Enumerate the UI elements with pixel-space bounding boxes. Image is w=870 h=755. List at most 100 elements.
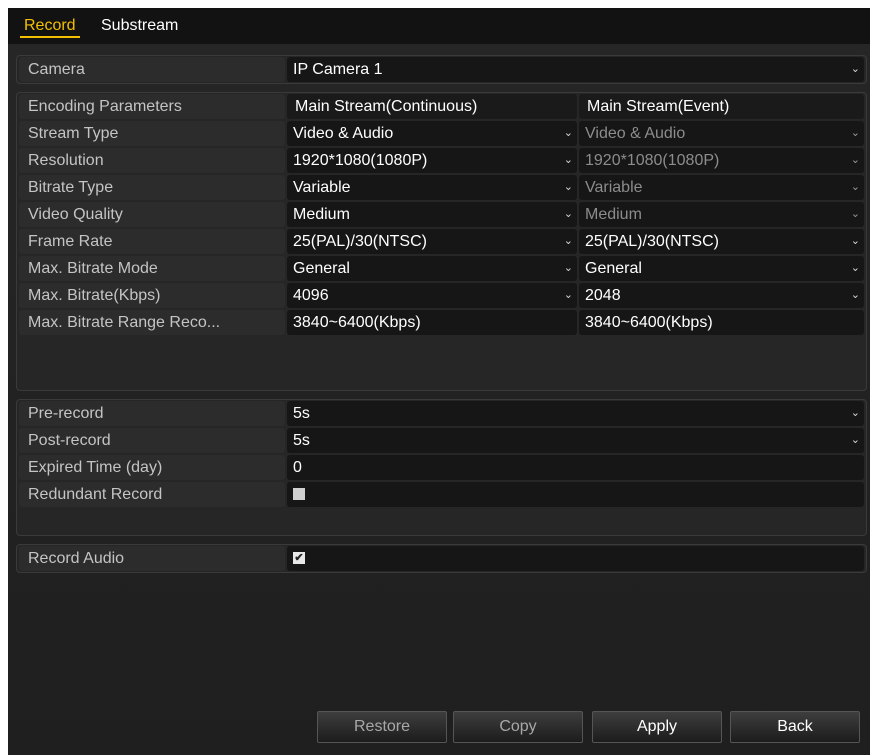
camera-row: Camera IP Camera 1 ⌄ xyxy=(17,56,866,83)
pre-record-row: Pre-record 5s ⌄ xyxy=(17,400,866,427)
continuous-value: General xyxy=(293,260,350,277)
event-value-select[interactable]: Variable ⌄ xyxy=(579,175,864,200)
post-record-row: Post-record 5s ⌄ xyxy=(17,427,866,454)
redundant-record-row: Redundant Record xyxy=(17,481,866,508)
expired-time-row: Expired Time (day) 0 xyxy=(17,454,866,481)
record-settings-window: Record Substream Camera IP Camera 1 ⌄ En… xyxy=(8,8,870,755)
pre-record-value: 5s xyxy=(293,405,310,422)
event-value-select[interactable]: 25(PAL)/30(NTSC) ⌄ xyxy=(579,229,864,254)
record-time-panel: Pre-record 5s ⌄ Post-record 5s ⌄ Expired… xyxy=(16,399,867,536)
chevron-down-icon: ⌄ xyxy=(563,154,573,166)
event-value-select[interactable]: 2048 ⌄ xyxy=(579,283,864,308)
chevron-down-icon: ⌄ xyxy=(850,63,860,75)
continuous-value: 1920*1080(1080P) xyxy=(293,152,428,169)
encoding-row-label: Video Quality xyxy=(19,202,285,227)
tab-substream[interactable]: Substream xyxy=(97,16,182,36)
main-stream-continuous-header: Main Stream(Continuous) xyxy=(287,94,577,119)
continuous-value-select[interactable]: 1920*1080(1080P) ⌄ xyxy=(287,148,577,173)
chevron-down-icon: ⌄ xyxy=(850,434,860,446)
encoding-row: Bitrate Type Variable ⌄ Variable ⌄ xyxy=(17,174,866,201)
continuous-value-select[interactable]: General ⌄ xyxy=(287,256,577,281)
event-value: Variable xyxy=(585,179,643,196)
camera-panel: Camera IP Camera 1 ⌄ xyxy=(16,55,867,84)
chevron-down-icon: ⌄ xyxy=(850,127,860,139)
tab-record[interactable]: Record xyxy=(20,16,80,38)
encoding-row: Stream Type Video & Audio ⌄ Video & Audio ⌄ xyxy=(17,120,866,147)
record-audio-label: Record Audio xyxy=(19,546,285,571)
continuous-value: Variable xyxy=(293,179,351,196)
event-value: 3840~6400(Kbps) xyxy=(585,314,713,331)
redundant-record-cell xyxy=(287,482,864,507)
pre-record-label: Pre-record xyxy=(19,401,285,426)
encoding-row-label: Bitrate Type xyxy=(19,175,285,200)
continuous-value: 3840~6400(Kbps) xyxy=(293,314,421,331)
tab-bar: Record Substream xyxy=(8,8,870,44)
camera-label: Camera xyxy=(19,57,285,82)
continuous-value-select[interactable]: 25(PAL)/30(NTSC) ⌄ xyxy=(287,229,577,254)
camera-select[interactable]: IP Camera 1 ⌄ xyxy=(287,57,864,82)
expired-time-label: Expired Time (day) xyxy=(19,455,285,480)
encoding-row-label: Max. Bitrate Range Reco... xyxy=(19,310,285,335)
encoding-row-label: Stream Type xyxy=(19,121,285,146)
event-value: General xyxy=(585,260,642,277)
event-value: 1920*1080(1080P) xyxy=(585,152,720,169)
encoding-panel: Encoding Parameters Main Stream(Continuo… xyxy=(16,92,867,391)
continuous-value-select[interactable]: 4096 ⌄ xyxy=(287,283,577,308)
record-audio-checkbox[interactable]: ✔ xyxy=(293,552,305,564)
event-value: Medium xyxy=(585,206,642,223)
main-stream-event-header: Main Stream(Event) xyxy=(579,94,864,119)
event-value-select[interactable]: 1920*1080(1080P) ⌄ xyxy=(579,148,864,173)
chevron-down-icon: ⌄ xyxy=(563,289,573,301)
continuous-value-select[interactable]: Medium ⌄ xyxy=(287,202,577,227)
redundant-record-label: Redundant Record xyxy=(19,482,285,507)
continuous-value-select[interactable]: Variable ⌄ xyxy=(287,175,577,200)
expired-time-input[interactable]: 0 xyxy=(287,455,864,480)
camera-value: IP Camera 1 xyxy=(293,61,383,78)
continuous-value: Video & Audio xyxy=(293,125,394,142)
chevron-down-icon: ⌄ xyxy=(850,208,860,220)
event-value: 25(PAL)/30(NTSC) xyxy=(585,233,719,250)
event-value: Video & Audio xyxy=(585,125,686,142)
encoding-row-label: Frame Rate xyxy=(19,229,285,254)
event-value: 2048 xyxy=(585,287,621,304)
encoding-header-row: Encoding Parameters Main Stream(Continuo… xyxy=(17,93,866,120)
post-record-label: Post-record xyxy=(19,428,285,453)
back-button[interactable]: Back xyxy=(730,711,860,743)
encoding-row: Resolution 1920*1080(1080P) ⌄ 1920*1080(108… xyxy=(17,147,866,174)
pre-record-select[interactable]: 5s ⌄ xyxy=(287,401,864,426)
chevron-down-icon: ⌄ xyxy=(850,235,860,247)
audio-panel: Record Audio ✔ xyxy=(16,544,867,573)
encoding-row: Max. Bitrate Range Reco... 3840~6400(Kbps… xyxy=(17,309,866,336)
continuous-value: 4096 xyxy=(293,287,329,304)
encoding-row: Max. Bitrate Mode General ⌄ General ⌄ xyxy=(17,255,866,282)
encoding-row-label: Max. Bitrate Mode xyxy=(19,256,285,281)
chevron-down-icon: ⌄ xyxy=(563,127,573,139)
event-value-select[interactable]: Medium ⌄ xyxy=(579,202,864,227)
continuous-value: Medium xyxy=(293,206,350,223)
post-record-value: 5s xyxy=(293,432,310,449)
post-record-select[interactable]: 5s ⌄ xyxy=(287,428,864,453)
chevron-down-icon: ⌄ xyxy=(850,154,860,166)
copy-button[interactable]: Copy xyxy=(453,711,583,743)
apply-button[interactable]: Apply xyxy=(592,711,722,743)
record-audio-row: Record Audio ✔ xyxy=(17,545,866,572)
chevron-down-icon: ⌄ xyxy=(563,262,573,274)
chevron-down-icon: ⌄ xyxy=(563,235,573,247)
event-value-select[interactable]: Video & Audio ⌄ xyxy=(579,121,864,146)
chevron-down-icon: ⌄ xyxy=(563,181,573,193)
event-value-select: 3840~6400(Kbps) xyxy=(579,310,864,335)
restore-button[interactable]: Restore xyxy=(317,711,447,743)
encoding-row: Video Quality Medium ⌄ Medium ⌄ xyxy=(17,201,866,228)
chevron-down-icon: ⌄ xyxy=(850,181,860,193)
continuous-value-select: 3840~6400(Kbps) xyxy=(287,310,577,335)
chevron-down-icon: ⌄ xyxy=(563,208,573,220)
continuous-value: 25(PAL)/30(NTSC) xyxy=(293,233,427,250)
event-value-select[interactable]: General ⌄ xyxy=(579,256,864,281)
continuous-value-select[interactable]: Video & Audio ⌄ xyxy=(287,121,577,146)
redundant-record-checkbox[interactable] xyxy=(293,488,305,500)
chevron-down-icon: ⌄ xyxy=(850,289,860,301)
chevron-down-icon: ⌄ xyxy=(850,262,860,274)
record-audio-cell: ✔ xyxy=(287,546,864,571)
encoding-row-label: Max. Bitrate(Kbps) xyxy=(19,283,285,308)
encoding-parameters-label: Encoding Parameters xyxy=(19,94,285,119)
